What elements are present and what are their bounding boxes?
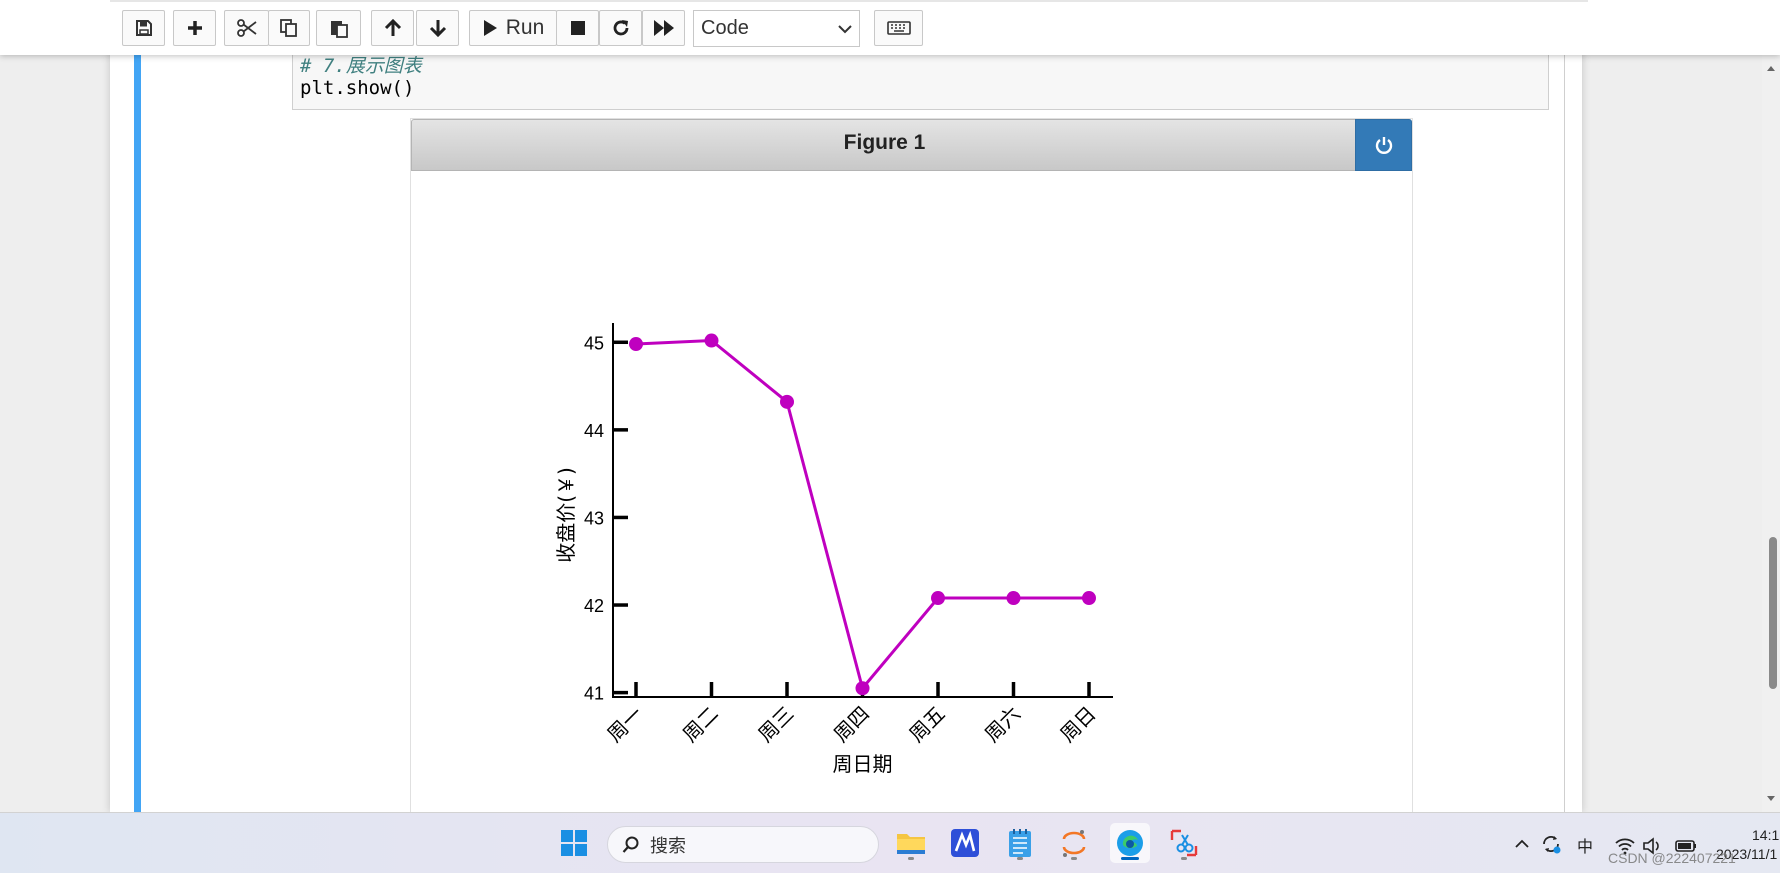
code-line: plt.show() [300, 77, 415, 99]
play-icon [483, 20, 497, 36]
save-icon [135, 20, 152, 36]
clock-time[interactable]: 14:1 [1752, 827, 1779, 843]
y-tick-label-42: 42 [584, 596, 604, 616]
taskbar-notepad[interactable] [1000, 823, 1040, 863]
taskbar-search[interactable]: 搜索 [607, 826, 879, 863]
x-tick-label-1: 周二 [678, 702, 723, 747]
y-tick-label-43: 43 [584, 508, 604, 528]
data-point-2 [780, 394, 794, 409]
x-axis-label: 周日期 [833, 752, 893, 776]
scissors-icon [236, 19, 257, 37]
x-tick-label-6: 周日 [1055, 702, 1100, 747]
toolbar-top-border [110, 0, 1588, 2]
notepad-icon [1009, 829, 1031, 857]
taskbar-snipping-tool[interactable] [1164, 823, 1204, 863]
copy-button[interactable] [268, 10, 310, 46]
scroll-up-arrow-icon[interactable] [1762, 61, 1780, 75]
taskbar-jupyter[interactable] [1054, 823, 1094, 863]
csdn-watermark: CSDN @222407221 [1608, 850, 1736, 866]
arrow-up-icon [384, 18, 401, 36]
selected-cell-indicator [134, 0, 141, 812]
move-cell-up-button[interactable] [371, 10, 414, 46]
jupyter-icon [1062, 830, 1086, 857]
command-palette-button[interactable] [874, 10, 923, 46]
x-tick-label-0: 周一 [602, 702, 647, 747]
notebook-toolbar: Run Code [0, 0, 1780, 55]
fast-forward-icon [653, 20, 674, 36]
insert-cell-button[interactable] [173, 10, 216, 46]
arrow-down-icon [429, 20, 446, 38]
paste-icon [330, 21, 348, 38]
taskbar-edge[interactable] [1110, 823, 1150, 863]
data-point-1 [704, 333, 719, 348]
interrupt-kernel-button[interactable] [556, 10, 599, 46]
windows-taskbar: 搜索 中 14:1 2023/11/1 CSDN @222407221 [0, 812, 1780, 873]
restart-icon [613, 20, 628, 36]
notebook-container: # 7.展示图表 plt.show() Figure 1 41 42 43 44 45 周… [110, 0, 1582, 818]
y-tick-label-45: 45 [584, 333, 604, 353]
tray-chevron-up-icon[interactable] [1514, 836, 1530, 852]
sync-icon[interactable] [1540, 833, 1562, 855]
y-axis-label: 收盘价(￥) [554, 467, 578, 563]
start-button[interactable] [554, 823, 594, 863]
taskbar-file-explorer[interactable] [891, 823, 931, 863]
ime-indicator[interactable]: 中 [1577, 833, 1593, 857]
x-tick-label-5: 周六 [980, 702, 1025, 747]
series-line [635, 338, 1089, 692]
search-placeholder: 搜索 [650, 835, 686, 856]
restart-kernel-button[interactable] [599, 10, 642, 46]
keyboard-icon [886, 21, 911, 35]
folder-icon [897, 834, 925, 854]
run-button[interactable]: Run [469, 10, 557, 46]
data-point-5 [1006, 591, 1021, 606]
copy-icon [280, 19, 297, 37]
scrollbar-thumb[interactable] [1769, 537, 1777, 689]
code-comment-line: # 7.展示图表 [300, 55, 422, 77]
search-icon [622, 836, 639, 853]
taskbar-app-ma[interactable] [945, 823, 985, 863]
chevron-down-icon [838, 25, 852, 34]
snipping-tool-icon [1170, 829, 1198, 857]
scroll-down-arrow-icon[interactable] [1762, 792, 1780, 806]
line-chart: 41 42 43 44 45 周一 周二 周三 周四 周五 周六 周日周日期 收盘价(￥) [554, 323, 1113, 776]
x-tick-label-4: 周五 [904, 702, 949, 747]
data-point-0 [629, 337, 643, 352]
y-tick-label-44: 44 [584, 421, 604, 441]
x-tick-label-3: 周四 [829, 702, 874, 747]
run-button-label: Run [505, 16, 545, 39]
cell-type-value: Code [701, 17, 749, 39]
ma-app-icon [951, 829, 979, 857]
y-tick-label-41: 41 [584, 684, 604, 704]
page-scrollbar[interactable] [1762, 55, 1780, 812]
data-point-6 [1082, 591, 1096, 606]
move-cell-down-button[interactable] [416, 10, 459, 46]
plus-icon [187, 21, 202, 35]
save-button[interactable] [122, 10, 165, 46]
data-point-4 [931, 591, 945, 606]
x-tick-label-2: 周三 [753, 702, 798, 747]
paste-button[interactable] [316, 10, 361, 46]
windows-logo-icon [561, 830, 587, 856]
figure-output: Figure 1 41 42 43 44 45 周一 周二 周三 周四 周五 周六 周日 周日期 收盘价(… [410, 118, 1413, 818]
data-point-3 [855, 681, 870, 696]
stop-icon [570, 21, 585, 35]
edge-browser-icon [1117, 830, 1143, 856]
cell-type-select[interactable]: Code [693, 10, 860, 47]
cut-button[interactable] [224, 10, 269, 46]
restart-run-all-button[interactable] [642, 10, 685, 46]
